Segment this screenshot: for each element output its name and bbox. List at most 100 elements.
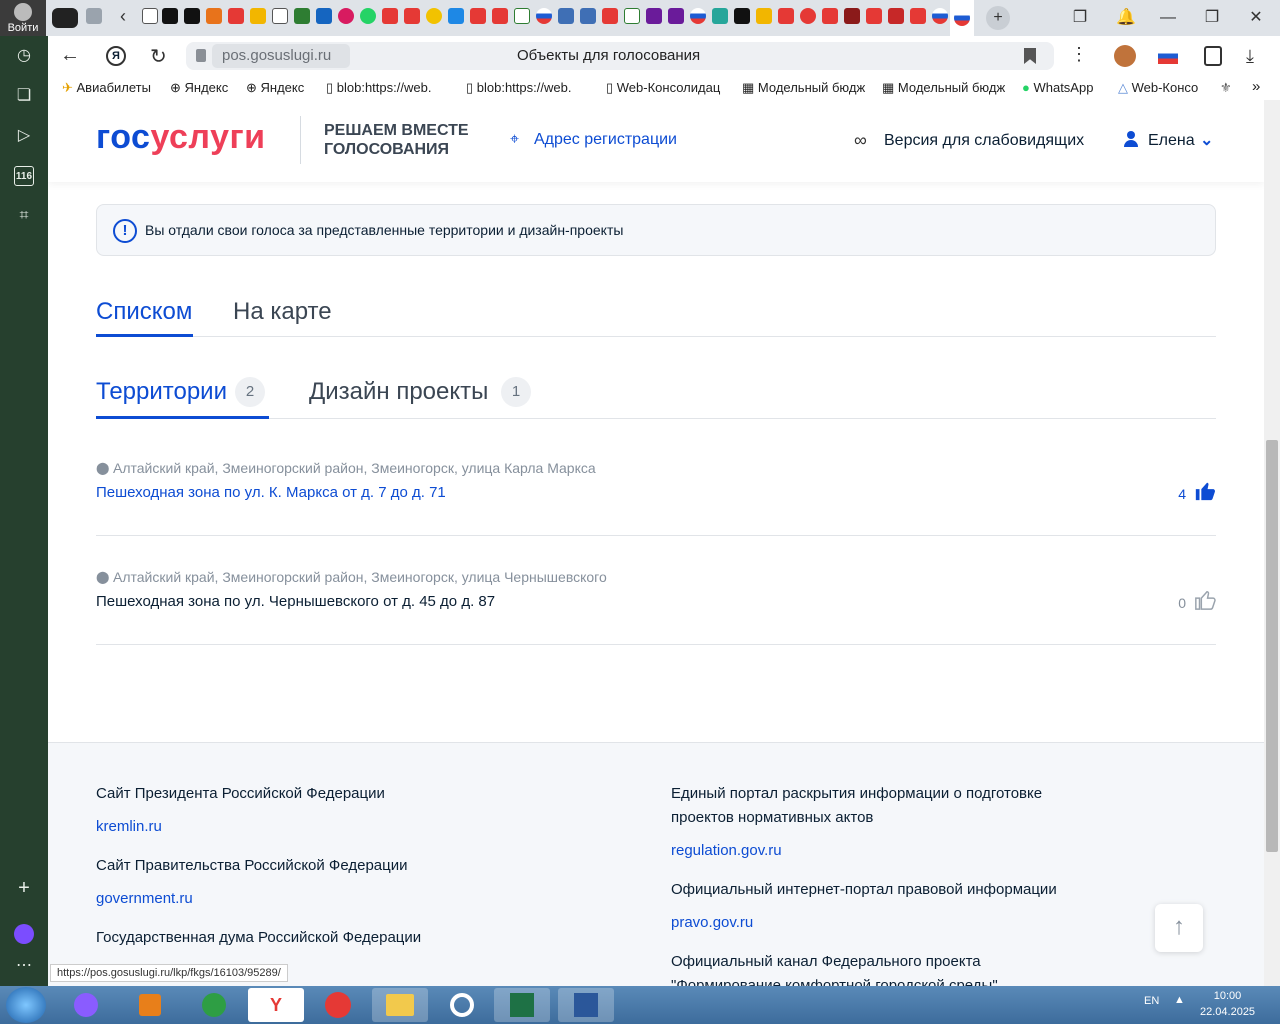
footer-link-government[interactable]: government.ru <box>96 890 193 907</box>
bookmark-item[interactable]: ⊕ Яндекс <box>170 80 228 96</box>
russia-flag-icon[interactable] <box>536 8 552 24</box>
item-title-link[interactable]: Пешеходная зона по ул. К. Маркса от д. 7… <box>96 484 446 501</box>
footer-link-pravo[interactable]: pravo.gov.ru <box>671 914 753 931</box>
tab-favicon[interactable] <box>206 8 222 24</box>
tab-favicon[interactable] <box>778 8 794 24</box>
bookmark-item[interactable]: ▯ blob:https://web. <box>466 80 592 96</box>
tab-scroll-left-icon[interactable]: ‹ <box>120 7 136 25</box>
tab-favicon[interactable] <box>338 8 354 24</box>
mail-icon[interactable] <box>448 8 464 24</box>
tab-favicon[interactable] <box>668 8 684 24</box>
footer-link-kremlin[interactable]: kremlin.ru <box>96 818 162 835</box>
taskbar-alice-icon[interactable] <box>58 988 114 1022</box>
tab-favicon[interactable] <box>272 8 288 24</box>
tab-favicon[interactable] <box>294 8 310 24</box>
tab-favicon[interactable] <box>142 8 158 24</box>
tab-favicon[interactable] <box>426 8 442 24</box>
tab-favicon[interactable] <box>184 8 200 24</box>
youtube-icon[interactable] <box>800 8 816 24</box>
tab-favicon[interactable] <box>250 8 266 24</box>
yandex-icon[interactable]: Я <box>106 46 126 66</box>
new-tab-plus-icon[interactable]: + <box>986 6 1010 30</box>
reload-icon[interactable]: ↻ <box>150 44 167 69</box>
restore-icon[interactable]: ❐ <box>1200 6 1224 30</box>
whatsapp-icon[interactable] <box>360 8 376 24</box>
russia-flag-icon[interactable] <box>932 8 948 24</box>
tab-favicon[interactable] <box>844 8 860 24</box>
chevron-down-icon[interactable] <box>86 8 102 24</box>
minimize-icon[interactable]: — <box>1156 6 1180 30</box>
tab-design-projects[interactable]: Дизайн проекты <box>309 378 488 406</box>
active-tab[interactable] <box>950 0 974 36</box>
taskbar-word-icon[interactable] <box>558 988 614 1022</box>
bookmark-item[interactable]: △ Web-Консо <box>1118 80 1212 96</box>
taskbar-yandex-browser-icon[interactable]: Y <box>248 988 304 1022</box>
tab-favicon[interactable] <box>382 8 398 24</box>
emblem-icon[interactable]: ⚜ <box>1220 80 1232 96</box>
vision-impaired-link[interactable]: Версия для слабовидящих <box>884 132 1084 150</box>
scrollbar-thumb[interactable] <box>1266 440 1278 852</box>
alice-icon[interactable] <box>14 924 34 944</box>
scroll-to-top-button[interactable]: ↑ <box>1155 904 1203 952</box>
start-button[interactable] <box>6 987 46 1023</box>
taskbar-media-icon[interactable] <box>122 988 178 1022</box>
tab-favicon[interactable] <box>316 8 332 24</box>
close-icon[interactable]: ✕ <box>1244 6 1268 30</box>
tab-territories[interactable]: Территории <box>96 378 227 406</box>
chevron-down-icon[interactable]: ⌄ <box>1200 130 1213 150</box>
item-title-link[interactable]: Пешеходная зона по ул. Чернышевского от … <box>96 593 495 610</box>
thumbs-up-outline-icon[interactable] <box>1194 589 1216 611</box>
back-icon[interactable]: ← <box>60 44 80 67</box>
tab-favicon[interactable] <box>646 8 662 24</box>
tray-arrow-icon[interactable]: ▲ <box>1174 994 1185 1006</box>
tab-favicon[interactable] <box>756 8 772 24</box>
tab-favicon[interactable] <box>558 8 574 24</box>
collections-icon[interactable]: ❏ <box>14 86 34 106</box>
user-name[interactable]: Елена <box>1148 132 1195 150</box>
pdf-icon[interactable] <box>470 8 486 24</box>
login-button[interactable]: Войти <box>0 0 46 36</box>
footer-link-regulation[interactable]: regulation.gov.ru <box>671 842 782 859</box>
tab-favicon[interactable] <box>162 8 178 24</box>
tab-manager-icon[interactable]: ❐ <box>1068 6 1092 30</box>
screenshot-icon[interactable]: ⌗ <box>14 206 34 226</box>
bookmark-item[interactable]: ▯ blob:https://web. <box>326 80 452 96</box>
notifications-icon[interactable]: 🔔 <box>1114 6 1138 30</box>
play-icon[interactable]: ▷ <box>14 126 34 146</box>
extension-icon[interactable] <box>1114 45 1136 67</box>
bookmark-item[interactable]: ● WhatsApp <box>1022 80 1093 95</box>
tab-favicon[interactable] <box>492 8 508 24</box>
tab-favicon[interactable] <box>514 8 530 24</box>
bookmark-item[interactable]: ▯ Web-Консолидац <box>606 80 734 96</box>
russia-flag-icon[interactable] <box>690 8 706 24</box>
tab-favicon[interactable] <box>228 8 244 24</box>
tab-favicon[interactable] <box>734 8 750 24</box>
bookmark-item[interactable]: ✈ Авиабилеты <box>62 80 151 96</box>
tab-favicon[interactable] <box>866 8 882 24</box>
tab-favicon[interactable] <box>822 8 838 24</box>
extension-puzzle-icon[interactable] <box>1204 46 1222 66</box>
tab-favicon[interactable] <box>624 8 640 24</box>
russia-flag-icon[interactable] <box>1158 48 1178 64</box>
tab-favicon[interactable] <box>580 8 596 24</box>
bookmark-item[interactable]: ⊕ Яндекс <box>246 80 304 96</box>
tab-favicon[interactable] <box>888 8 904 24</box>
bookmark-item[interactable]: ▦ Модельный бюдж <box>742 80 872 96</box>
service-116-icon[interactable]: 116 <box>14 166 34 186</box>
more-vertical-icon[interactable]: ⋮ <box>1070 44 1088 65</box>
system-clock[interactable]: 10:00 22.04.2025 <box>1200 988 1255 1020</box>
tab-map[interactable]: На карте <box>233 298 332 326</box>
gosuslugi-logo[interactable]: госуслуги <box>96 118 266 157</box>
language-indicator[interactable]: EN <box>1144 995 1159 1007</box>
taskbar-excel-icon[interactable] <box>494 988 550 1022</box>
bookmark-item[interactable]: ▦ Модельный бюдж <box>882 80 1012 96</box>
bookmarks-more-button[interactable]: » <box>1252 78 1260 95</box>
incognito-icon[interactable] <box>52 8 78 28</box>
thumbs-up-filled-icon[interactable] <box>1194 480 1216 502</box>
tab-favicon[interactable] <box>712 8 728 24</box>
history-icon[interactable]: ◷ <box>14 46 34 66</box>
more-icon[interactable]: ⋯ <box>14 956 34 976</box>
tab-favicon[interactable] <box>404 8 420 24</box>
taskbar-yandex-icon[interactable] <box>310 988 366 1022</box>
download-icon[interactable]: ⤓ <box>1246 46 1254 67</box>
